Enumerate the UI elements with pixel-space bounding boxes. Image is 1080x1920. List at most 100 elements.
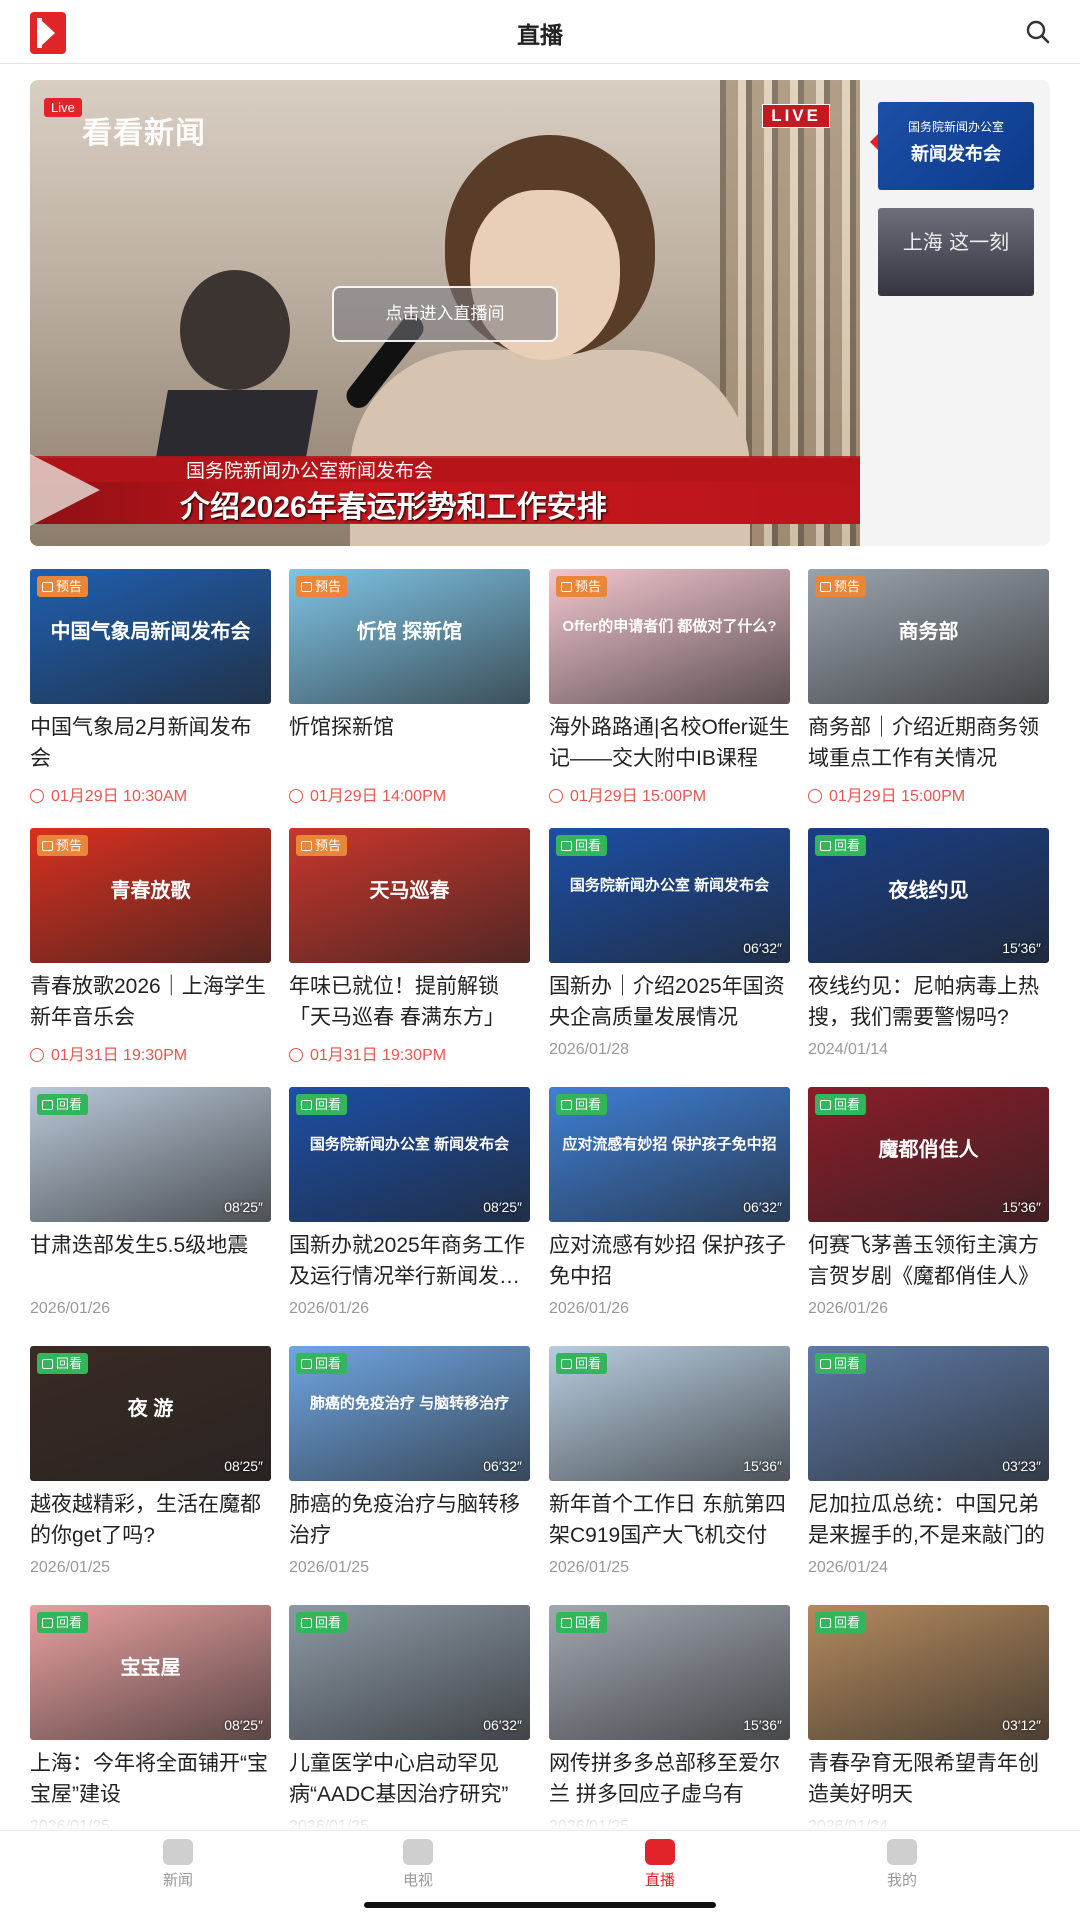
program-card[interactable]: 回看 15′36″ 新年首个工作日 东航第四架C919国产大飞机交付 2026/01/… bbox=[549, 1346, 790, 1592]
program-title[interactable]: 尼加拉瓜总统：中国兄弟是来握手的,不是来敲门的 bbox=[808, 1489, 1049, 1551]
rail-channel-item[interactable]: 上海 这一刻 bbox=[878, 208, 1034, 296]
program-title[interactable]: 何赛飞茅善玉领衔主演方言贺岁剧《魔都俏佳人》 bbox=[808, 1230, 1049, 1292]
program-thumbnail[interactable]: 忻馆 探新馆 预告 bbox=[289, 569, 530, 704]
program-thumbnail[interactable]: 中国气象局新闻发布会 预告 bbox=[30, 569, 271, 704]
news-icon bbox=[163, 1839, 193, 1865]
thumbnail-caption: 商务部 bbox=[898, 621, 959, 643]
program-card[interactable]: 肺癌的免疫治疗 与脑转移治疗 回看 06′32″ 肺癌的免疫治疗与脑转移治疗 2026/… bbox=[289, 1346, 530, 1592]
program-card[interactable]: 回看 03′23″ 尼加拉瓜总统：中国兄弟是来握手的,不是来敲门的 2026/01/2… bbox=[808, 1346, 1049, 1592]
duration-label: 15′36″ bbox=[743, 1717, 782, 1733]
clock-icon bbox=[289, 789, 303, 803]
program-card[interactable]: 国务院新闻办公室 新闻发布会 回看 08′25″ 国新办就2025年商务工作及运行情况… bbox=[289, 1087, 530, 1333]
program-thumbnail[interactable]: 商务部 预告 bbox=[808, 569, 1049, 704]
program-date: 2024/01/14 bbox=[808, 1041, 888, 1059]
tab-tv[interactable]: 电视 bbox=[358, 1839, 478, 1899]
thumbnail-caption: 夜线约见 bbox=[888, 880, 969, 902]
program-card[interactable]: 忻馆 探新馆 预告 忻馆探新馆 01月29日 14:00PM bbox=[289, 569, 530, 815]
status-label: 回看 bbox=[575, 1615, 602, 1630]
live-icon bbox=[645, 1839, 675, 1865]
status-icon bbox=[301, 582, 312, 592]
live-channel-rail: 国务院新闻办公室 新闻发布会 上海 这一刻 bbox=[860, 80, 1050, 546]
program-thumbnail[interactable]: 肺癌的免疫治疗 与脑转移治疗 回看 06′32″ bbox=[289, 1346, 530, 1481]
program-card[interactable]: Offer的申请者们 都做对了什么? 预告海外路路通|名校Offer诞生记——交大… bbox=[549, 569, 790, 815]
status-icon bbox=[820, 841, 831, 851]
status-badge: 预告 bbox=[37, 835, 89, 856]
program-title[interactable]: 海外路路通|名校Offer诞生记——交大附中IB课程 bbox=[549, 712, 790, 774]
thumbnail-caption: 中国气象局新闻发布会 bbox=[50, 621, 251, 643]
program-card[interactable]: 天马巡春 预告 年味已就位！提前解锁「天马巡春 春满东方」 01月31日 19:30P… bbox=[289, 828, 530, 1074]
program-card[interactable]: 夜线约见 回看 15′36″ 夜线约见：尼帕病毒上热搜，我们需要警惕吗? 2024/01… bbox=[808, 828, 1049, 1074]
program-title[interactable]: 新年首个工作日 东航第四架C919国产大飞机交付 bbox=[549, 1489, 790, 1551]
status-badge: 回看 bbox=[556, 835, 608, 856]
status-label: 回看 bbox=[834, 838, 861, 853]
status-badge: 回看 bbox=[815, 1612, 867, 1633]
program-title[interactable]: 肺癌的免疫治疗与脑转移治疗 bbox=[289, 1489, 530, 1551]
lower-third-strip bbox=[30, 456, 860, 482]
program-card[interactable]: 青春放歌 预告 青春放歌2026｜上海学生新年音乐会 01月31日 19:30PM bbox=[30, 828, 271, 1074]
program-thumbnail[interactable]: 宝宝屋 回看 08′25″ bbox=[30, 1605, 271, 1740]
program-date: 01月29日 10:30AM bbox=[30, 782, 187, 806]
program-thumbnail[interactable]: Offer的申请者们 都做对了什么? 预告 bbox=[549, 569, 790, 704]
date-text: 2026/01/26 bbox=[30, 1300, 111, 1317]
status-label: 预告 bbox=[315, 579, 342, 594]
program-thumbnail[interactable]: 回看 03′12″ bbox=[808, 1605, 1049, 1740]
thumbnail-caption: 国务院新闻办公室 新闻发布会 bbox=[569, 877, 770, 894]
program-card[interactable]: 商务部 预告商务部｜介绍近期商务领域重点工作有关情况 01月29日 15:00PM bbox=[808, 569, 1049, 815]
thumbnail-caption: 忻馆 探新馆 bbox=[356, 621, 463, 643]
program-thumbnail[interactable]: 天马巡春 预告 bbox=[289, 828, 530, 963]
program-card[interactable]: 中国气象局新闻发布会 预告中国气象局2月新闻发布会 01月29日 10:30AM bbox=[30, 569, 271, 815]
search-icon[interactable] bbox=[1024, 18, 1052, 46]
program-title[interactable]: 中国气象局2月新闻发布会 bbox=[30, 712, 271, 774]
program-thumbnail[interactable]: 夜线约见 回看 15′36″ bbox=[808, 828, 1049, 963]
program-date: 01月29日 15:00PM bbox=[808, 782, 965, 806]
status-icon bbox=[561, 1618, 572, 1628]
program-thumbnail[interactable]: 回看 06′32″ bbox=[289, 1605, 530, 1740]
program-card[interactable]: 应对流感有妙招 保护孩子免中招 回看 06′32″ 应对流感有妙招 保护孩子免中招 20… bbox=[549, 1087, 790, 1333]
thumbnail-caption: 国务院新闻办公室 新闻发布会 bbox=[309, 1136, 510, 1153]
program-title[interactable]: 越夜越精彩，生活在魔都的你get了吗? bbox=[30, 1489, 271, 1551]
program-thumbnail[interactable]: 青春放歌 预告 bbox=[30, 828, 271, 963]
program-thumbnail[interactable]: 回看 15′36″ bbox=[549, 1605, 790, 1740]
program-card[interactable]: 夜 游 回看 08′25″ 越夜越精彩，生活在魔都的你get了吗? 2026/01/25 bbox=[30, 1346, 271, 1592]
program-card[interactable]: 回看 08′25″ 甘肃迭部发生5.5级地震 2026/01/26 bbox=[30, 1087, 271, 1333]
tab-news[interactable]: 新闻 bbox=[118, 1839, 238, 1899]
status-label: 回看 bbox=[315, 1097, 342, 1112]
scroll-fade bbox=[0, 1800, 1080, 1830]
program-thumbnail[interactable]: 回看 08′25″ bbox=[30, 1087, 271, 1222]
program-title[interactable]: 忻馆探新馆 bbox=[289, 712, 530, 774]
status-icon bbox=[301, 841, 312, 851]
program-thumbnail[interactable]: 国务院新闻办公室 新闻发布会 回看 08′25″ bbox=[289, 1087, 530, 1222]
program-card[interactable]: 魔都俏佳人 回看 15′36″ 何赛飞茅善玉领衔主演方言贺岁剧《魔都俏佳人》 2026/… bbox=[808, 1087, 1049, 1333]
program-date: 01月29日 15:00PM bbox=[549, 782, 706, 806]
status-icon bbox=[820, 1359, 831, 1369]
program-title[interactable]: 国新办｜介绍2025年国资央企高质量发展情况 bbox=[549, 971, 790, 1033]
rail-channel-item[interactable]: 国务院新闻办公室 新闻发布会 bbox=[878, 102, 1034, 190]
program-thumbnail[interactable]: 应对流感有妙招 保护孩子免中招 回看 06′32″ bbox=[549, 1087, 790, 1222]
program-thumbnail[interactable]: 魔都俏佳人 回看 15′36″ bbox=[808, 1087, 1049, 1222]
enter-live-room-button[interactable]: 点击进入直播间 bbox=[332, 286, 558, 342]
program-thumbnail[interactable]: 回看 03′23″ bbox=[808, 1346, 1049, 1481]
program-thumbnail[interactable]: 回看 15′36″ bbox=[549, 1346, 790, 1481]
date-text: 2026/01/26 bbox=[808, 1300, 889, 1317]
status-badge: 回看 bbox=[815, 1094, 867, 1115]
program-thumbnail[interactable]: 夜 游 回看 08′25″ bbox=[30, 1346, 271, 1481]
status-badge: 回看 bbox=[556, 1612, 608, 1633]
program-date: 2026/01/26 bbox=[808, 1300, 888, 1318]
program-title[interactable]: 应对流感有妙招 保护孩子免中招 bbox=[549, 1230, 790, 1292]
status-badge: 预告 bbox=[37, 576, 89, 597]
program-card[interactable]: 国务院新闻办公室 新闻发布会 回看 06′32″ 国新办｜介绍2025年国资央企高质量… bbox=[549, 828, 790, 1074]
status-label: 回看 bbox=[56, 1356, 83, 1371]
tab-live[interactable]: 直播 bbox=[600, 1839, 720, 1899]
program-title[interactable]: 商务部｜介绍近期商务领域重点工作有关情况 bbox=[808, 712, 1049, 774]
program-title[interactable]: 国新办就2025年商务工作及运行情况举行新闻发布会 bbox=[289, 1230, 530, 1292]
status-icon bbox=[561, 1100, 572, 1110]
program-thumbnail[interactable]: 国务院新闻办公室 新闻发布会 回看 06′32″ bbox=[549, 828, 790, 963]
hero-headline: 介绍2026年春运形势和工作安排 bbox=[180, 491, 607, 524]
live-player[interactable]: Live 看看新闻 LIVE 点击进入直播间 国务院新闻办公室新闻发布会 介绍2… bbox=[30, 80, 860, 546]
program-title[interactable]: 年味已就位！提前解锁「天马巡春 春满东方」 bbox=[289, 971, 530, 1033]
program-title[interactable]: 夜线约见：尼帕病毒上热搜，我们需要警惕吗? bbox=[808, 971, 1049, 1033]
tab-profile[interactable]: 我的 bbox=[842, 1839, 962, 1899]
program-title[interactable]: 甘肃迭部发生5.5级地震 bbox=[30, 1230, 271, 1292]
program-date: 2026/01/25 bbox=[549, 1559, 629, 1577]
program-title[interactable]: 青春放歌2026｜上海学生新年音乐会 bbox=[30, 971, 271, 1033]
